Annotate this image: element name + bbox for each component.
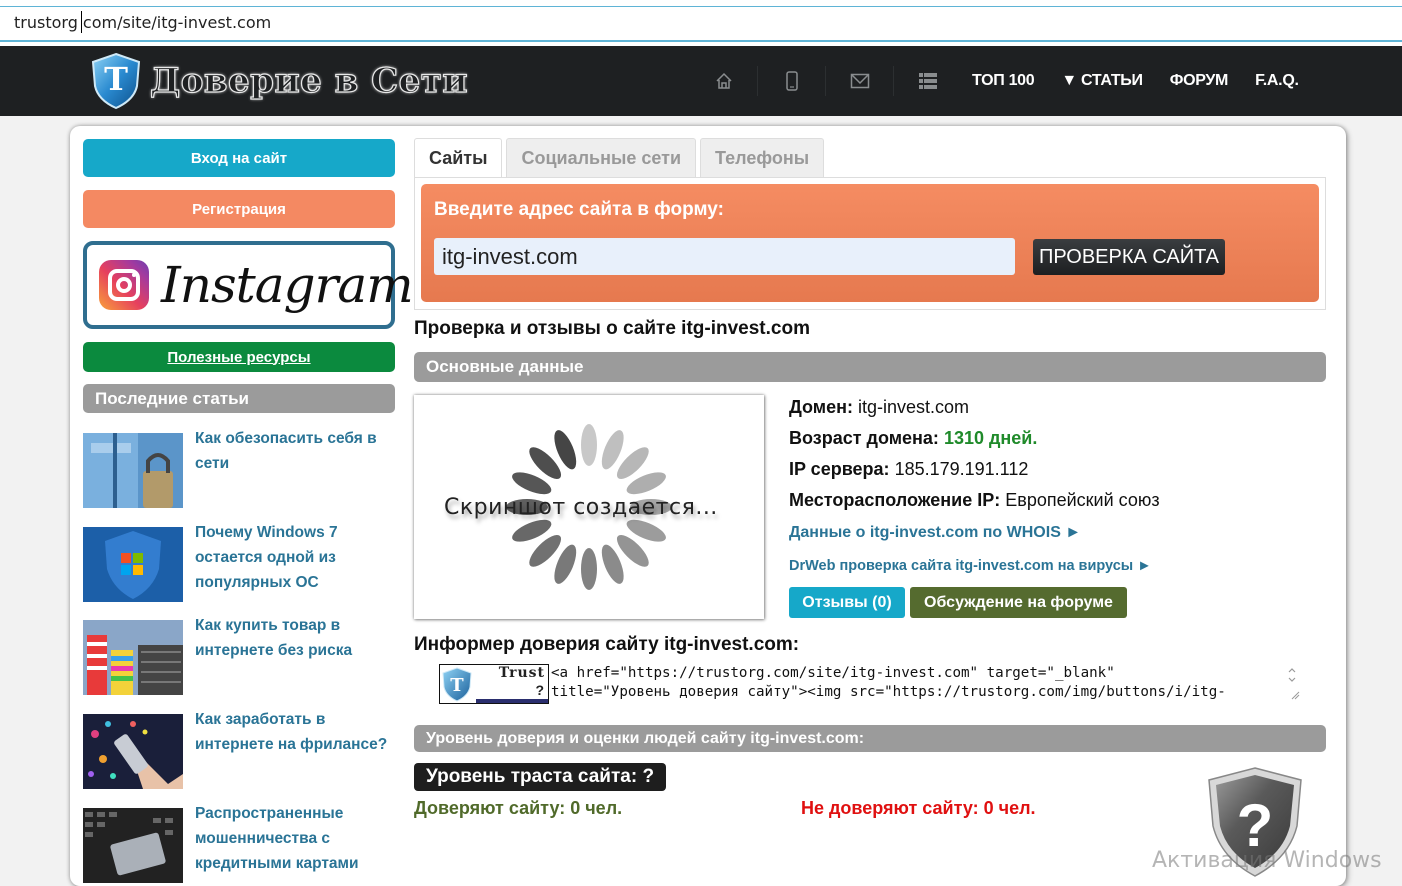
site-screenshot-placeholder: Скриншот создается... — [414, 395, 764, 619]
trust-level-badge: Уровень траста сайта: ? — [414, 763, 667, 791]
article-title[interactable]: Как обезопасить себя в сети — [195, 426, 395, 508]
article-thumbnail-freelance — [83, 714, 183, 789]
server-ip-value: 185.179.191.112 — [894, 459, 1029, 479]
tab-sites[interactable]: Сайты — [414, 138, 503, 178]
article-item[interactable]: Как заработать в интернете на фрилансе? — [83, 711, 395, 789]
ip-location-value: Европейский союз — [1005, 490, 1160, 510]
article-thumbnail-credit-cards — [83, 808, 183, 883]
nav-top100[interactable]: ТОП 100 — [972, 72, 1035, 90]
address-bar-border-bottom — [0, 40, 1402, 42]
address-bar[interactable]: trustorg com/site/itg-invest.com — [0, 0, 1402, 46]
main-nav: ТОП 100 ▼ СТАТЬИ ФОРУМ F.A.Q. — [972, 46, 1299, 116]
textarea-scroll-arrows-icon[interactable] — [1286, 666, 1298, 684]
drweb-link[interactable]: DrWeb проверка сайта itg-invest.com на в… — [789, 558, 1152, 574]
domain-label: Домен: — [789, 397, 853, 417]
nav-icon-group — [690, 46, 962, 116]
forum-discussion-button[interactable]: Обсуждение на форуме — [910, 587, 1127, 618]
instagram-icon — [99, 260, 149, 310]
domain-age-value: 1310 дней. — [943, 428, 1038, 448]
tab-social-networks[interactable]: Социальные сети — [506, 138, 697, 178]
spinner-petal — [581, 548, 597, 590]
trust-positive-count: Доверяют сайту: 0 чел. — [414, 798, 623, 818]
article-thumbnail-shopping — [83, 620, 183, 695]
logo-shield-icon: T — [91, 52, 141, 110]
article-thumbnail-windows — [83, 527, 183, 602]
article-item[interactable]: Как обезопасить себя в сети — [83, 430, 395, 508]
informer-title: Информер доверия сайту itg-invest.com: — [414, 634, 800, 655]
check-site-button[interactable]: ПРОВЕРКА САЙТА — [1033, 239, 1225, 275]
domain-value: itg-invest.com — [858, 397, 970, 417]
search-label: Введите адрес сайта в форму: — [434, 199, 724, 220]
article-thumbnail-security — [83, 433, 183, 508]
tab-phones[interactable]: Телефоны — [700, 138, 825, 178]
login-button[interactable]: Вход на сайт — [83, 139, 395, 177]
site-header: T Доверие в Сети ТОП 100 ▼ СТАТЬИ ФОРУМ … — [0, 46, 1402, 116]
article-title[interactable]: Как купить товар в интернете без риска — [195, 613, 395, 695]
server-ip-row: IP сервера: 185.179.191.112 — [789, 459, 1028, 480]
informer-code-textarea[interactable]: <a href="https://trustorg.com/site/itg-i… — [551, 664, 1301, 706]
domain-age-label: Возраст домена: — [789, 428, 939, 448]
windows-activation-watermark: Активация Windows — [1152, 848, 1382, 873]
ip-location-label: Месторасположение IP: — [789, 490, 1001, 510]
ip-location-row: Месторасположение IP: Европейский союз — [789, 490, 1160, 511]
reviews-button[interactable]: Отзывы (0) — [789, 587, 905, 618]
home-icon[interactable] — [690, 66, 758, 96]
site-logo[interactable]: T Доверие в Сети — [90, 50, 468, 112]
svg-text:T: T — [450, 675, 464, 696]
search-tabs: Сайты Социальные сети Телефоны — [414, 138, 828, 178]
basic-data-header: Основные данные — [414, 352, 1326, 382]
register-button[interactable]: Регистрация — [83, 190, 395, 228]
trust-negative-count: Не доверяют сайту: 0 чел. — [801, 798, 1036, 818]
logo-text: Доверие в Сети — [149, 60, 469, 101]
server-ip-label: IP сервера: — [789, 459, 890, 479]
list-icon[interactable] — [894, 66, 962, 96]
trust-badge-value: ? — [535, 682, 544, 698]
useful-resources-button[interactable]: Полезные ресурсы — [83, 342, 395, 372]
mail-icon[interactable] — [826, 66, 894, 96]
domain-row: Домен: itg-invest.com — [789, 397, 969, 418]
article-item[interactable]: Как купить товар в интернете без риска — [83, 617, 395, 695]
textarea-resize-handle-icon[interactable] — [1290, 690, 1300, 700]
nav-forum[interactable]: ФОРУМ — [1170, 72, 1229, 90]
address-bar-border-top — [0, 6, 1402, 7]
domain-age-row: Возраст домена: 1310 дней. — [789, 428, 1037, 449]
screenshot-status-text: Скриншот создается... — [444, 495, 718, 520]
trust-badge-label: Trust — [498, 665, 545, 681]
site-url-input[interactable] — [434, 238, 1015, 275]
article-title[interactable]: Как заработать в интернете на фрилансе? — [195, 707, 395, 789]
article-title[interactable]: Почему Windows 7 остается одной из попул… — [195, 520, 395, 602]
instagram-banner[interactable]: Instagram — [83, 241, 414, 329]
article-item[interactable]: Распространенные мошенничества с кредитн… — [83, 805, 395, 883]
text-caret — [81, 11, 82, 33]
trust-section-header: Уровень доверия и оценки людей сайту itg… — [414, 725, 1326, 752]
url-text[interactable]: trustorg com/site/itg-invest.com — [14, 13, 271, 32]
svg-text:T: T — [104, 60, 128, 98]
article-title[interactable]: Распространенные мошенничества с кредитн… — [195, 801, 395, 883]
spinner-petal — [581, 424, 597, 466]
nav-articles[interactable]: ▼ СТАТЬИ — [1061, 72, 1143, 90]
page-title: Проверка и отзывы о сайте itg-invest.com — [414, 318, 810, 339]
instagram-label: Instagram — [161, 256, 414, 314]
article-item[interactable]: Почему Windows 7 остается одной из попул… — [83, 524, 395, 602]
whois-link[interactable]: Данные о itg-invest.com по WHOIS ► — [789, 524, 1081, 542]
recent-articles-header: Последние статьи — [83, 384, 395, 413]
mobile-icon[interactable] — [758, 66, 826, 96]
nav-faq[interactable]: F.A.Q. — [1255, 72, 1299, 90]
trust-informer-badge[interactable]: T Trust ? — [439, 664, 549, 704]
